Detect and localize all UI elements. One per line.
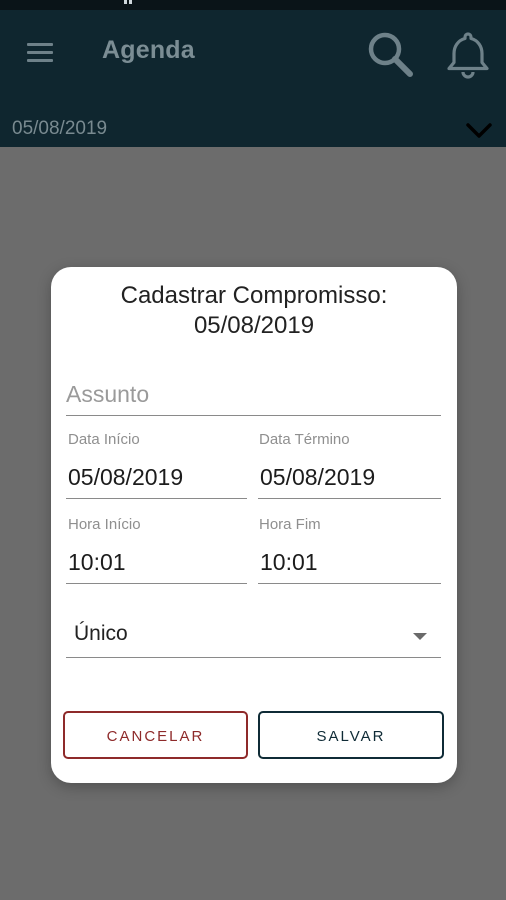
app-title: Agenda [102, 36, 195, 64]
signal-icon [124, 0, 127, 4]
end-time-field[interactable]: 10:01 [258, 538, 441, 584]
start-time-label: Hora Início [68, 516, 141, 533]
start-date-value: 05/08/2019 [68, 464, 184, 490]
chevron-down-icon[interactable] [464, 117, 494, 143]
recurrence-select[interactable]: Único [66, 613, 441, 658]
start-time-value: 10:01 [68, 549, 126, 575]
save-button[interactable]: SALVAR [258, 711, 444, 759]
new-appointment-dialog: Cadastrar Compromisso: 05/08/2019 Assunt… [51, 267, 457, 783]
agenda-screen: Agenda 05/08/2019 Cadastrar Compromisso:… [0, 0, 506, 900]
end-date-label: Data Término [259, 431, 350, 448]
selected-date: 05/08/2019 [12, 118, 108, 139]
date-selector[interactable]: 05/08/2019 [0, 105, 506, 155]
recurrence-value: Único [74, 622, 128, 645]
dropdown-arrow-icon [413, 633, 427, 640]
dialog-title-date: 05/08/2019 [193, 312, 315, 339]
app-bar: Agenda 05/08/2019 [0, 10, 506, 147]
end-date-value: 05/08/2019 [260, 464, 376, 490]
start-time-field[interactable]: 10:01 [66, 538, 247, 584]
menu-icon[interactable] [24, 39, 56, 65]
cancel-button[interactable]: CANCELAR [63, 711, 248, 759]
subject-placeholder: Assunto [66, 381, 150, 407]
subject-field[interactable]: Assunto [66, 375, 441, 416]
end-date-field[interactable]: 05/08/2019 [258, 453, 441, 499]
dialog-title: Cadastrar Compromisso: 05/08/2019 [51, 281, 457, 341]
start-date-label: Data Início [68, 431, 140, 448]
bell-icon[interactable] [442, 28, 494, 80]
status-bar [0, 0, 506, 10]
dialog-title-line1: Cadastrar Compromisso: [120, 282, 388, 309]
search-icon[interactable] [364, 28, 416, 80]
end-time-value: 10:01 [260, 549, 318, 575]
start-date-field[interactable]: 05/08/2019 [66, 453, 247, 499]
end-time-label: Hora Fim [259, 516, 321, 533]
